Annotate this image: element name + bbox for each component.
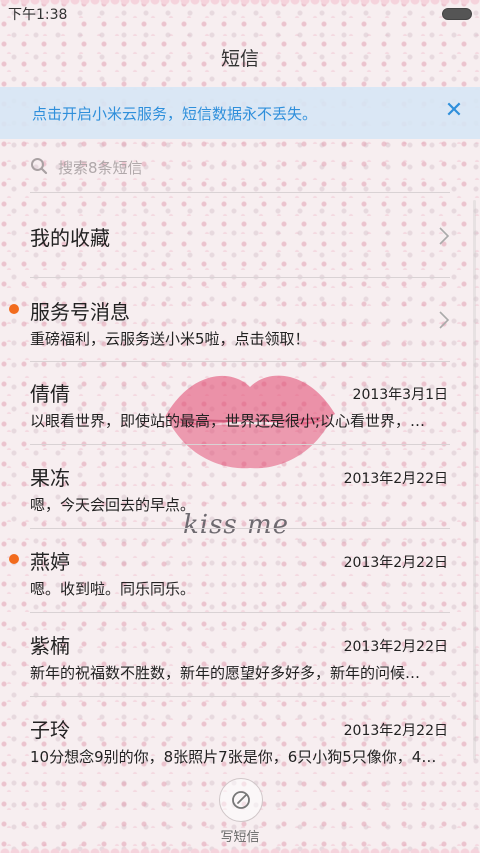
search-bar[interactable]: 搜索8条短信 <box>30 148 450 184</box>
divider <box>30 696 450 697</box>
conversation-name: 服务号消息 <box>30 300 130 324</box>
conversation-preview: 10分想念9别的你，8张照片7张是你，6只小狗5只像你，4… <box>30 748 437 766</box>
divider <box>30 192 450 193</box>
pencil-circle-icon <box>232 791 250 809</box>
favorites-row[interactable]: 我的收藏 <box>0 196 480 276</box>
conversation-row[interactable]: 果冻 2013年2月22日 嗯，今天会回去的早点。 <box>0 462 480 546</box>
search-input[interactable]: 搜索8条短信 <box>58 157 143 178</box>
compose-button[interactable] <box>219 778 263 822</box>
conversation-row[interactable]: 倩倩 2013年3月1日 以眼看世界，即使站的最高，世界还是很小;以心看世界，… <box>0 378 480 462</box>
scrollbar[interactable] <box>473 200 476 760</box>
cloud-service-banner[interactable]: 点击开启小米云服务，短信数据永不丢失。 ✕ <box>0 87 480 139</box>
conversation-preview: 新年的祝福数不胜数，新年的愿望好多好多，新年的问候… <box>30 664 421 682</box>
chevron-right-icon <box>439 227 450 245</box>
unread-dot <box>9 554 19 564</box>
wallpaper-bottom-edge <box>0 843 480 853</box>
conversation-name: 倩倩 <box>30 382 70 406</box>
favorites-label[interactable]: 我的收藏 <box>30 222 110 251</box>
divider <box>30 277 450 278</box>
divider <box>30 528 450 529</box>
conversation-date: 2013年2月22日 <box>343 555 448 571</box>
conversation-preview: 嗯。收到啦。同乐同乐。 <box>30 580 196 598</box>
close-icon[interactable]: ✕ <box>442 99 466 123</box>
unread-dot <box>9 304 19 314</box>
divider <box>30 361 450 362</box>
banner-text[interactable]: 点击开启小米云服务，短信数据永不丢失。 <box>32 103 317 124</box>
conversation-row[interactable]: 燕婷 2013年2月22日 嗯。收到啦。同乐同乐。 <box>0 546 480 630</box>
conversation-date: 2013年2月22日 <box>343 471 448 487</box>
conversation-date: 2013年2月22日 <box>343 723 448 739</box>
conversation-name: 果冻 <box>30 466 70 490</box>
conversation-date: 2013年2月22日 <box>343 639 448 655</box>
conversation-date: 2013年3月1日 <box>352 387 448 403</box>
status-bar: 下午1:38 <box>0 0 480 26</box>
conversation-row[interactable]: 服务号消息 重磅福利，云服务送小米5啦，点击领取！ <box>0 296 480 380</box>
conversation-name: 子玲 <box>30 718 70 742</box>
page-title: 短信 <box>220 48 259 70</box>
conversation-name: 紫楠 <box>30 634 70 658</box>
conversation-preview: 重磅福利，云服务送小米5啦，点击领取！ <box>30 330 310 348</box>
conversation-name: 燕婷 <box>30 550 70 574</box>
divider <box>30 612 450 613</box>
conversation-preview: 嗯，今天会回去的早点。 <box>30 496 196 514</box>
status-time: 下午1:38 <box>8 7 68 23</box>
divider <box>30 444 450 445</box>
conversation-preview: 以眼看世界，即使站的最高，世界还是很小;以心看世界，… <box>30 412 426 430</box>
battery-icon <box>442 8 472 20</box>
search-icon <box>31 158 48 175</box>
chevron-right-icon <box>439 311 450 329</box>
conversation-row[interactable]: 紫楠 2013年2月22日 新年的祝福数不胜数，新年的愿望好多好多，新年的问候… <box>0 630 480 714</box>
